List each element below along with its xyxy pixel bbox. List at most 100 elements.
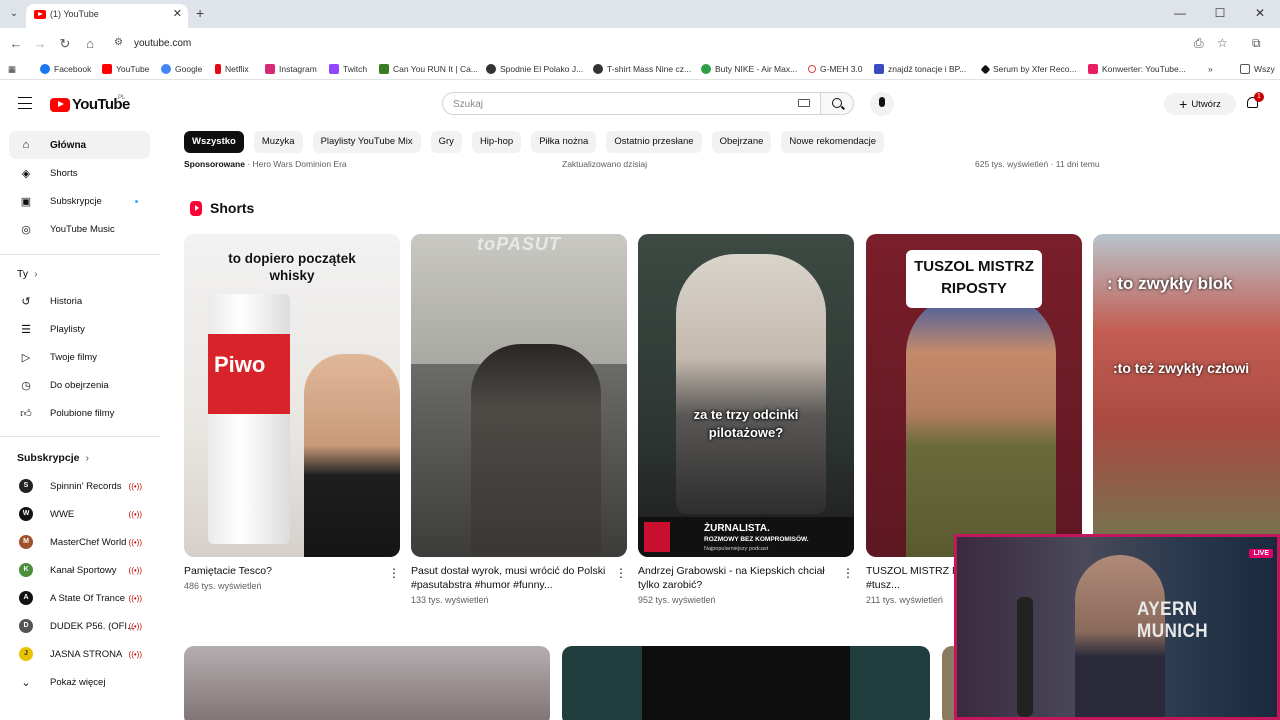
sidebar-item-watch-later[interactable]: ◷ Do obejrzenia (9, 371, 150, 399)
short-thumbnail[interactable]: toPASUT (411, 234, 627, 557)
close-tab-icon[interactable]: ✕ (173, 7, 182, 20)
bookmark-item[interactable]: Spodnie El Polako J... (486, 64, 583, 74)
bookmark-item[interactable]: YouTube (102, 64, 149, 74)
jersey-text: AYERN MUNICH (1137, 599, 1209, 642)
short-card[interactable]: za te trzy odcinki pilotażowe? ŻURNALIST… (638, 234, 854, 605)
bookmark-folder[interactable]: Wszy (1240, 64, 1275, 74)
more-actions-icon[interactable]: ⋮ (388, 567, 400, 579)
back-icon[interactable]: ← (8, 36, 24, 51)
extensions-icon[interactable]: ⧉ (1252, 36, 1261, 51)
video-thumbnail[interactable] (562, 646, 930, 720)
subscription-channel[interactable]: W WWE ((•)) (9, 500, 150, 528)
bookmark-item[interactable]: Serum by Xfer Reco... (980, 64, 1077, 74)
video-updated-meta: Zaktualizowano dzisiaj (562, 159, 648, 169)
chip-music[interactable]: Muzyka (253, 131, 303, 153)
short-title[interactable]: Andrzej Grabowski - na Kiepskich chciał … (638, 564, 834, 592)
bookmark-item[interactable]: Facebook (40, 64, 91, 74)
instagram-icon (265, 64, 275, 74)
chip-games[interactable]: Gry (430, 131, 462, 153)
bookmark-item[interactable]: Google (161, 64, 202, 74)
forward-icon[interactable]: → (32, 36, 48, 51)
bookmark-item[interactable]: Konwerter: YouTube... (1088, 64, 1186, 74)
short-card[interactable]: toPASUT Pasut dostał wyrok, musi wrócić … (411, 234, 627, 605)
subscription-channel[interactable]: S Spinnin' Records ((•)) (9, 472, 150, 500)
create-button[interactable]: + Utwórz (1164, 93, 1236, 115)
close-window-icon[interactable]: ✕ (1240, 0, 1280, 28)
your-videos-icon: ▷ (21, 351, 31, 364)
person-silhouette (304, 354, 400, 557)
more-actions-icon[interactable]: ⋮ (615, 567, 627, 579)
bookmark-item[interactable]: znajdź tonacje i BP... (874, 64, 966, 74)
short-title[interactable]: Pasut dostał wyrok, musi wrócić do Polsk… (411, 564, 607, 592)
bookmark-item[interactable]: Instagram (265, 64, 317, 74)
short-thumbnail[interactable]: TUSZOL MISTRZ RIPOSTY (866, 234, 1082, 557)
sidebar-item-liked-videos[interactable]: 👍︎ Polubione filmy (9, 399, 150, 427)
subscription-channel[interactable]: D DUDEK P56. (OFI... ((•)) (9, 612, 150, 640)
chip-recently-uploaded[interactable]: Ostatnio przesłane (606, 131, 702, 153)
video-thumbnail[interactable] (184, 646, 550, 720)
sidebar-item-label: Historia (50, 295, 83, 307)
short-card[interactable]: Piwo to dopiero początek whisky Pamiętac… (184, 234, 400, 591)
chip-watched[interactable]: Obejrzane (711, 131, 772, 153)
more-actions-icon[interactable]: ⋮ (842, 567, 854, 579)
address-bar[interactable]: ⚙ youtube.com (106, 32, 1180, 56)
chip-hip-hop[interactable]: Hip-hop (471, 131, 522, 153)
tab-search-button[interactable]: ⌄ (6, 6, 22, 22)
guide-menu-icon[interactable] (18, 97, 32, 109)
bookmark-item[interactable]: Can You RUN It | Ca... (379, 64, 478, 74)
chip-football[interactable]: Piłka nożna (531, 131, 597, 153)
search-button[interactable] (820, 92, 854, 115)
sidebar-item-home[interactable]: ⌂ Główna (9, 131, 150, 159)
notifications-button[interactable]: 1 (1246, 92, 1264, 110)
keyboard-icon[interactable] (798, 99, 810, 107)
new-tab-button[interactable]: + (196, 5, 204, 21)
chip-all[interactable]: Wszystko (184, 131, 244, 153)
bookmark-label: Netflix (225, 64, 249, 74)
short-card[interactable]: : to zwykły blok :to też zwykły człowi (1093, 234, 1280, 557)
browser-tab-youtube[interactable]: (1) YouTube ✕ (26, 4, 188, 28)
subscription-channel[interactable]: M MasterChef World ((•)) (9, 528, 150, 556)
bookmark-item[interactable]: G-MEH 3.0 (808, 64, 863, 74)
more-bookmarks-icon[interactable]: » (1208, 64, 1213, 74)
bookmark-item[interactable]: T-shirt Mass Nine cz... (593, 64, 691, 74)
maximize-icon[interactable]: ☐ (1200, 0, 1240, 28)
sidebar-item-shorts[interactable]: ◈ Shorts (9, 159, 150, 187)
chip-new-to-you[interactable]: Nowe rekomendacje (781, 131, 885, 153)
install-app-icon[interactable]: ⎙ (1194, 36, 1204, 51)
sidebar-item-playlists[interactable]: ☰ Playlisty (9, 315, 150, 343)
sidebar-item-youtube-music[interactable]: ◎ YouTube Music (9, 215, 150, 243)
apps-grid-icon[interactable]: ▦ (8, 64, 16, 75)
sidebar-item-history[interactable]: ↺ Historia (9, 287, 150, 315)
minimize-icon[interactable]: — (1160, 0, 1200, 28)
live-indicator-icon: ((•)) (128, 565, 142, 575)
short-title[interactable]: Pamiętacie Tesco? (184, 564, 380, 578)
home-button-icon[interactable]: ⌂ (82, 36, 98, 51)
live-badge: LIVE (1249, 549, 1273, 558)
person-silhouette (676, 254, 826, 514)
short-thumbnail[interactable]: : to zwykły blok :to też zwykły człowi (1093, 234, 1280, 557)
bookmark-item[interactable]: Buty NIKE - Air Max... (701, 64, 797, 74)
bookmark-item[interactable]: Netflix (215, 64, 249, 74)
bookmark-item[interactable]: Twitch (329, 64, 367, 74)
short-thumbnail[interactable]: Piwo to dopiero początek whisky (184, 234, 400, 557)
bookmark-label: Google (175, 64, 203, 74)
subscription-channel[interactable]: K Kanał Sportowy ((•)) (9, 556, 150, 584)
sidebar-item-subscriptions[interactable]: ▣ Subskrypcje (9, 187, 150, 215)
voice-search-button[interactable] (870, 92, 894, 116)
subscription-channel[interactable]: J JASNA STRONA ((•)) (9, 640, 150, 668)
chip-mix-playlists[interactable]: Playlisty YouTube Mix (312, 131, 421, 153)
reload-icon[interactable]: ↻ (57, 36, 73, 52)
site-info-icon[interactable]: ⚙ (114, 37, 123, 48)
show-more-button[interactable]: ⌄ Pokaż więcej (9, 668, 150, 696)
subscriptions-section-header[interactable]: Subskrypcje › (17, 452, 89, 464)
short-thumbnail[interactable]: za te trzy odcinki pilotażowe? ŻURNALIST… (638, 234, 854, 557)
bookmark-label: G-MEH 3.0 (820, 64, 863, 74)
bookmark-star-icon[interactable]: ☆ (1217, 36, 1228, 50)
sidebar-item-your-videos[interactable]: ▷ Twoje filmy (9, 343, 150, 371)
search-input[interactable] (453, 96, 783, 112)
subscription-channel[interactable]: A A State Of Trance ((•)) (9, 584, 150, 612)
you-section-header[interactable]: Ty › (17, 268, 38, 280)
xfer-icon (980, 64, 991, 74)
live-indicator-icon: ((•)) (128, 537, 142, 547)
history-icon: ↺ (21, 295, 31, 308)
